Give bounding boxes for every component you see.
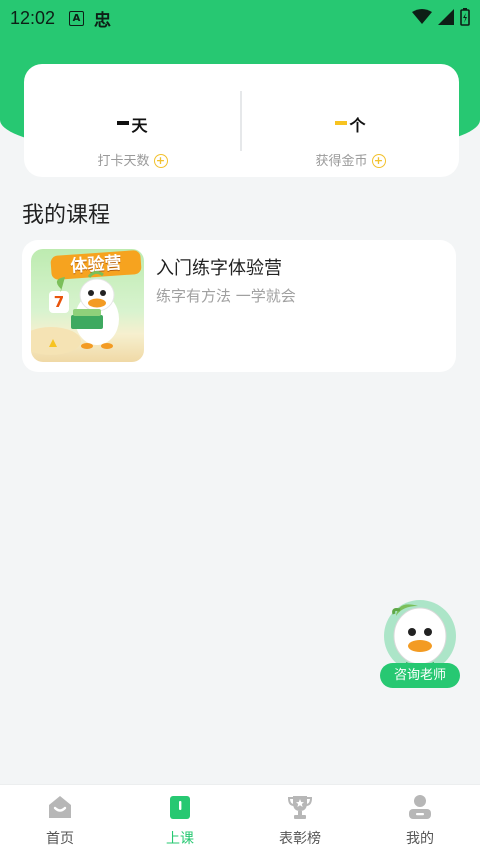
status-time: 12:02: [10, 7, 56, 28]
profile-icon: [409, 795, 431, 819]
plus-circle-icon[interactable]: +: [371, 154, 386, 168]
course-title: 入门练字体验营: [156, 258, 282, 279]
nav-item-honor-board[interactable]: 表彰榜: [240, 785, 360, 854]
status-bar: 12:02 A 忠: [0, 0, 480, 36]
checkin-unit: 天: [131, 116, 148, 135]
home-icon: [49, 796, 71, 818]
trophy-icon: [287, 796, 313, 819]
nav-item-home[interactable]: 首页: [0, 785, 120, 854]
nav-label-profile: 我的: [406, 831, 434, 847]
bottom-nav: 首页 上课 表彰榜 我的: [0, 784, 480, 854]
consult-teacher-button[interactable]: 咨询老师: [378, 592, 462, 688]
nav-label-honor-board: 表彰榜: [279, 831, 321, 847]
plus-circle-icon[interactable]: +: [153, 154, 168, 168]
coins-stat[interactable]: 个 获得金币 +: [242, 64, 459, 177]
status-app-glyph: 忠: [94, 10, 112, 31]
nav-item-class[interactable]: 上课: [120, 785, 240, 854]
coins-label: 获得金币: [315, 154, 368, 169]
checkin-stat[interactable]: 天 打卡天数 +: [24, 64, 241, 177]
nav-item-profile[interactable]: 我的: [360, 785, 480, 854]
stats-card: 天 打卡天数 + 个 获得金币 +: [24, 64, 459, 177]
section-title: 我的课程: [22, 203, 111, 228]
checkin-label: 打卡天数: [97, 154, 150, 169]
nav-label-home: 首页: [46, 831, 74, 847]
coins-value-placeholder: [335, 121, 348, 125]
course-thumbnail: 体验营 7: [31, 249, 144, 362]
notification-a-icon: A: [69, 10, 85, 26]
course-subtitle: 练字有方法 一学就会: [156, 287, 296, 305]
wifi-icon: [412, 9, 432, 24]
course-card[interactable]: 体验营 7 入门练字体验营 练字有方法 一学就会: [22, 240, 456, 372]
signal-icon: [438, 9, 454, 25]
consult-teacher-label: 咨询老师: [380, 663, 460, 688]
coins-unit: 个: [349, 116, 366, 135]
checkin-value-placeholder: [117, 121, 130, 125]
nav-label-class: 上课: [166, 831, 194, 847]
battery-icon: [460, 8, 470, 26]
duck-mascot-icon: [31, 270, 119, 355]
duck-teacher-icon: [384, 600, 456, 672]
class-icon: [170, 796, 190, 819]
